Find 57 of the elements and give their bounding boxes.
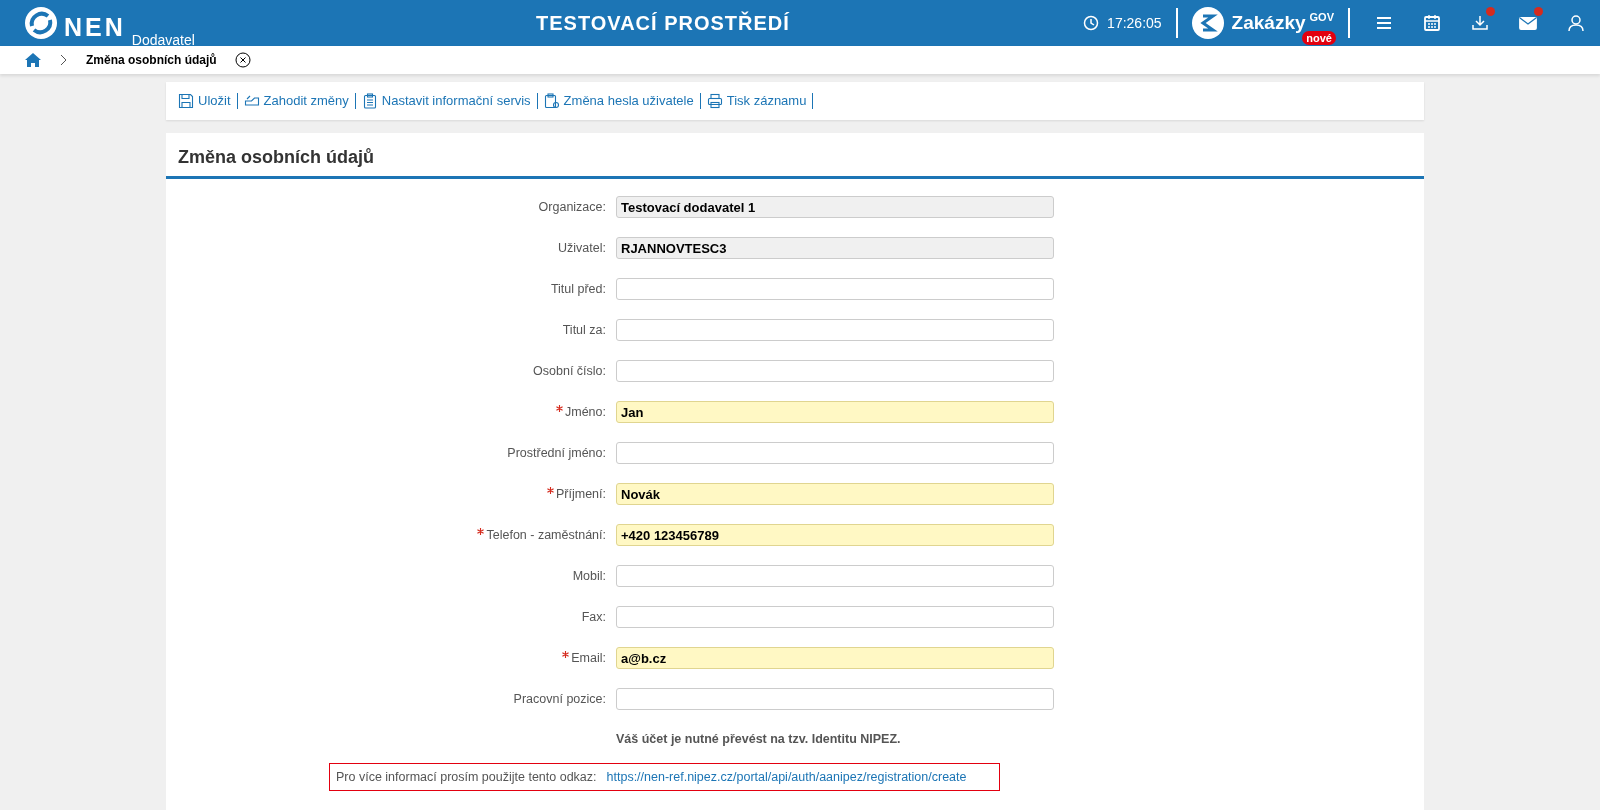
undo-arrow-icon bbox=[243, 93, 260, 109]
calendar-icon[interactable] bbox=[1422, 13, 1442, 33]
field-label: Organizace: bbox=[537, 200, 607, 214]
download-icon[interactable] bbox=[1470, 13, 1490, 33]
input-field[interactable]: Novák bbox=[616, 483, 1054, 505]
input-field[interactable]: Jan bbox=[616, 401, 1054, 423]
field-label: Titul za: bbox=[561, 323, 607, 337]
environment-title: TESTOVACÍ PROSTŘEDÍ bbox=[535, 11, 791, 35]
toolbar-button[interactable]: Změna hesla uživatele bbox=[537, 93, 701, 109]
registration-link[interactable]: https://nen-ref.nipez.cz/portal/api/auth/aanipez/registration/create bbox=[606, 770, 967, 784]
breadcrumb-item[interactable]: Změna osobních údajů bbox=[86, 53, 217, 67]
toolbar-button[interactable]: Nastavit informační servis bbox=[355, 93, 538, 109]
brand-logo-icon[interactable] bbox=[1191, 7, 1224, 39]
field-label: Pracovní pozice: bbox=[512, 692, 607, 706]
toolbar-button[interactable]: Tisk záznamu bbox=[700, 93, 814, 109]
notice-text: Váš účet je nutné převést na tzv. Identitu NIPEZ. bbox=[616, 732, 902, 746]
toolbar-button[interactable]: Zahodit změny bbox=[237, 93, 356, 109]
field-label: Příjmení: bbox=[166, 487, 616, 501]
field-label: Prostřední jméno: bbox=[506, 446, 607, 460]
logo-icon bbox=[24, 6, 58, 40]
clipboard-icon bbox=[361, 93, 378, 109]
field-label: Uživatel: bbox=[557, 241, 607, 255]
printer-icon bbox=[706, 93, 723, 109]
chevron-right-icon bbox=[60, 54, 68, 66]
input-field[interactable] bbox=[616, 360, 1054, 382]
link-label: Pro více informací prosím použijte tento odkaz: bbox=[336, 770, 597, 784]
brand-name[interactable]: Zakázky bbox=[1231, 12, 1306, 34]
home-icon[interactable] bbox=[24, 52, 42, 68]
clock-time: 17:26:05 bbox=[1107, 15, 1162, 31]
logo-subtitle: Dodavatel bbox=[131, 32, 195, 48]
toolbar-button[interactable]: Uložit bbox=[172, 93, 238, 109]
save-icon bbox=[178, 93, 194, 109]
brand-superscript: GOV bbox=[1309, 11, 1334, 23]
input-field[interactable]: +420 123456789 bbox=[616, 524, 1054, 546]
user-icon[interactable] bbox=[1566, 13, 1586, 33]
logo-text: NEN bbox=[64, 15, 126, 40]
input-field[interactable]: RJANNOVTESC3 bbox=[616, 237, 1054, 259]
input-field[interactable] bbox=[616, 565, 1054, 587]
input-field[interactable] bbox=[616, 319, 1054, 341]
clipboard-gear-icon bbox=[543, 93, 560, 109]
input-field[interactable] bbox=[616, 442, 1054, 464]
input-field[interactable] bbox=[616, 606, 1054, 628]
input-field[interactable]: a@b.cz bbox=[616, 647, 1054, 669]
field-label: Osobní číslo: bbox=[532, 364, 607, 378]
clock-icon bbox=[1083, 15, 1100, 31]
input-field[interactable] bbox=[616, 278, 1054, 300]
field-label: Email: bbox=[166, 651, 616, 665]
field-label: Jméno: bbox=[166, 405, 616, 419]
new-badge: nové bbox=[1302, 31, 1336, 45]
field-label: Telefon - zaměstnání: bbox=[166, 528, 616, 542]
field-label: Titul před: bbox=[549, 282, 607, 296]
field-label: Mobil: bbox=[571, 569, 607, 583]
form-title: Změna osobních údajů bbox=[166, 133, 1424, 179]
field-label: Fax: bbox=[580, 610, 607, 624]
close-icon[interactable] bbox=[234, 52, 251, 68]
input-field[interactable] bbox=[616, 688, 1054, 710]
input-field[interactable]: Testovací dodavatel 1 bbox=[616, 196, 1054, 218]
